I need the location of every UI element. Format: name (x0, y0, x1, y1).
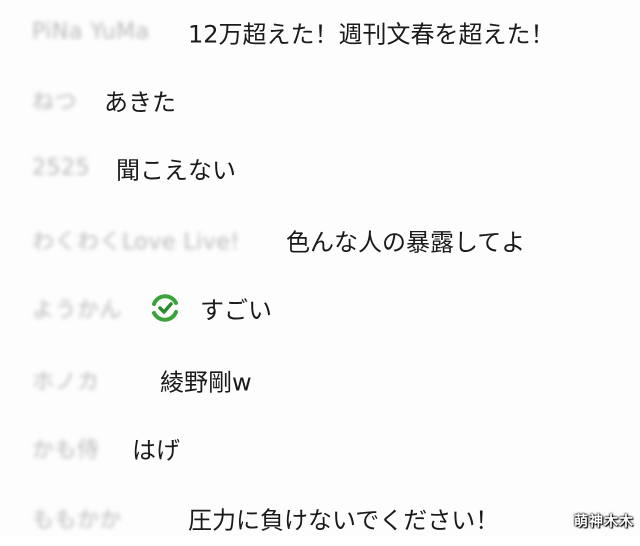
message-text: 綾野剛w (160, 368, 252, 397)
username[interactable]: PiNa YuMa (32, 20, 150, 45)
username[interactable]: ホノカ (32, 364, 100, 396)
chat-message-row: PiNa YuMa 12万超えた！週刊文春を超えた！ (0, 4, 640, 60)
username[interactable]: ももかか (32, 502, 122, 534)
message-text: 色んな人の暴露してよ (286, 228, 526, 257)
green-emote-icon (152, 294, 178, 322)
chat-message-row: ももかか 圧力に負けないでください！ (0, 490, 640, 546)
message-text: はげ (132, 436, 180, 465)
message-text: 圧力に負けないでください！ (188, 506, 500, 535)
message-text: 聞こえない (116, 156, 236, 185)
username[interactable]: ようかん (32, 292, 122, 324)
chat-message-row: わくわくLove Live! 色んな人の暴露してよ (0, 212, 640, 268)
watermark: 萌神木木 (574, 514, 634, 530)
chat-message-row: ようかん すごい (0, 280, 640, 336)
username[interactable]: わくわくLove Live! (32, 224, 240, 256)
chat-message-row: 2525 聞こえない (0, 140, 640, 196)
username[interactable]: ねつ (32, 84, 77, 116)
chat-message-row: かも侍 はげ (0, 420, 640, 476)
message-text: あきた (104, 88, 176, 117)
username[interactable]: 2525 (32, 156, 90, 181)
message-text: すごい (200, 296, 272, 325)
chat-message-row: ホノカ 綾野剛w (0, 352, 640, 408)
chat-message-list: PiNa YuMa 12万超えた！週刊文春を超えた！ ねつ あきた 2525 聞… (0, 0, 640, 537)
username[interactable]: かも侍 (32, 432, 100, 464)
message-text: 12万超えた！週刊文春を超えた！ (188, 20, 555, 49)
chat-message-row: ねつ あきた (0, 72, 640, 128)
